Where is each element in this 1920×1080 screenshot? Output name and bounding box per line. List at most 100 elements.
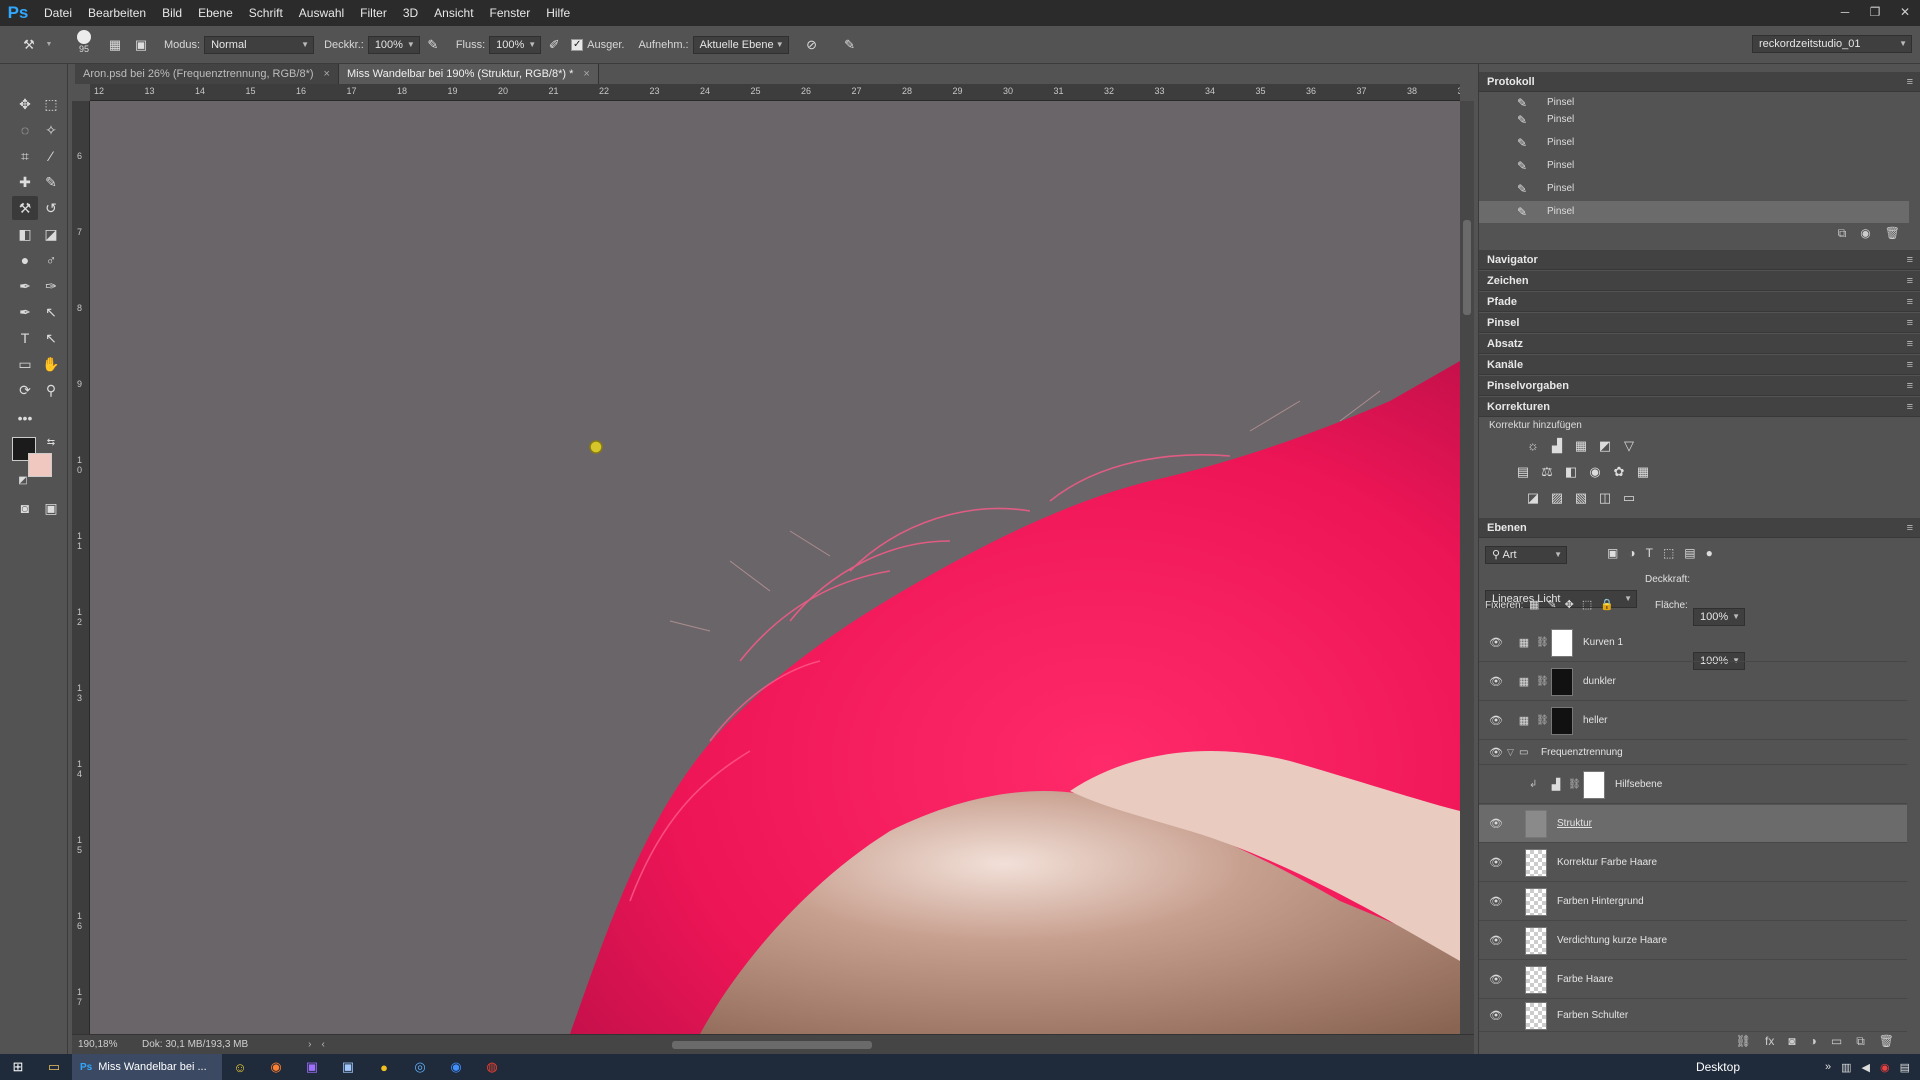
crop-tool-icon[interactable]: ⌗ [12,144,38,168]
panel-header-pfade[interactable]: Pfade ≡ [1479,292,1920,312]
exposure-adjustment-icon[interactable]: ◩ [1595,437,1615,455]
menu-fenster[interactable]: Fenster [482,0,539,26]
aligned-checkbox[interactable]: ✓ [571,38,584,51]
history-item[interactable]: ✎ Pinsel [1479,132,1909,154]
desktop-toolbar-label[interactable]: Desktop [1696,1060,1740,1074]
layer-row[interactable]: 👁 Farbe Haare [1479,961,1907,999]
layer-row[interactable]: 👁 Farben Hintergrund [1479,883,1907,921]
quick-select-tool-icon[interactable]: ✧ [38,118,64,142]
panel-header-pinsel[interactable]: Pinsel ≡ [1479,313,1920,333]
close-icon[interactable]: × [583,64,589,84]
menu-3d[interactable]: 3D [395,0,426,26]
zoom-tool-icon[interactable]: ⚲ [38,378,64,402]
app-icon[interactable]: ☺ [222,1054,258,1080]
layer-row[interactable]: 👁 ▦ ⛓ Kurven 1 [1479,624,1907,662]
vertical-scrollbar-thumb[interactable] [1463,220,1471,315]
invert-adjustment-icon[interactable]: ◪ [1523,489,1543,507]
volume-icon[interactable]: ◀ [1862,1061,1870,1074]
layer-row-selected[interactable]: 👁 Struktur [1479,805,1907,843]
browser-icon[interactable]: ◎ [402,1054,438,1080]
filter-shape-icon[interactable]: ⬚ [1663,546,1674,560]
layer-thumbnail[interactable] [1525,848,1547,877]
lock-all-icon[interactable]: 🔒 [1600,598,1614,611]
app-icon[interactable]: ● [366,1054,402,1080]
panel-header-navigator[interactable]: Navigator ≡ [1479,250,1920,270]
color-lookup-adjustment-icon[interactable]: ▦ [1633,463,1653,481]
eye-icon[interactable]: 👁 [1485,636,1507,649]
layer-thumbnail[interactable] [1525,965,1547,994]
eye-icon[interactable]: 👁 [1485,934,1507,947]
history-item[interactable]: ✎ Pinsel [1479,109,1909,131]
layer-row[interactable]: 👁 Farben Schulter [1479,1000,1907,1032]
horizontal-scrollbar-thumb[interactable] [672,1041,872,1049]
firefox-icon[interactable]: ◉ [258,1054,294,1080]
lasso-tool-icon[interactable]: ◌ [12,118,38,142]
filter-toggle-icon[interactable]: ● [1706,546,1713,560]
zoom-level[interactable]: 190,18% [72,1039,132,1050]
new-group-icon[interactable]: ▭ [1831,1034,1842,1049]
curves-adjustment-icon[interactable]: ▦ [1571,437,1591,455]
layer-thumbnail[interactable] [1525,887,1547,916]
new-layer-icon[interactable]: ⧉ [1856,1034,1865,1049]
clone-stamp-tool-icon[interactable]: ⚒ [12,196,38,220]
freeform-pen-tool-icon[interactable]: ✑ [38,274,64,298]
swap-colors-icon[interactable]: ⇆ [38,430,64,454]
posterize-adjustment-icon[interactable]: ▨ [1547,489,1567,507]
filter-pixel-icon[interactable]: ▣ [1607,546,1618,560]
screen-mode-icon[interactable]: ▣ [38,496,64,520]
eye-icon[interactable]: 👁 [1485,856,1507,869]
dodge-tool-icon[interactable]: ♂ [38,248,64,272]
hue-saturation-adjustment-icon[interactable]: ▤ [1513,463,1533,481]
restore-button[interactable]: ❐ [1860,0,1890,26]
document-canvas[interactable] [90,101,1460,1034]
new-adjustment-icon[interactable]: ◑ [1810,1034,1817,1049]
menu-filter[interactable]: Filter [352,0,395,26]
brush-tool-icon[interactable]: ✎ [38,170,64,194]
close-icon[interactable]: × [324,64,330,84]
new-document-from-state-icon[interactable]: ⧉ [1838,226,1847,241]
flow-input[interactable]: 100% ▼ [489,35,542,54]
eye-hidden-icon[interactable]: · [1485,779,1507,791]
black-white-adjustment-icon[interactable]: ◧ [1561,463,1581,481]
lock-position-icon[interactable]: ✥ [1565,598,1574,611]
gradient-map-adjustment-icon[interactable]: ▭ [1619,489,1639,507]
panel-header-pinselvorgaben[interactable]: Pinselvorgaben ≡ [1479,376,1920,396]
panel-menu-icon[interactable]: ≡ [1907,313,1913,333]
eye-icon[interactable]: 👁 [1485,817,1507,830]
eye-icon[interactable]: 👁 [1485,973,1507,986]
workspace-select[interactable]: reckordzeitstudio_01 ▼ [1752,35,1912,53]
menu-ebene[interactable]: Ebene [190,0,241,26]
layer-thumbnail[interactable] [1525,809,1547,838]
airbrush-icon[interactable]: ✐ [543,34,565,56]
panel-header-absatz[interactable]: Absatz ≡ [1479,334,1920,354]
chevron-down-icon[interactable]: ▽ [1507,747,1519,758]
menu-bild[interactable]: Bild [154,0,190,26]
menu-bearbeiten[interactable]: Bearbeiten [80,0,154,26]
background-color-swatch[interactable] [28,453,52,477]
marquee-tool-icon[interactable]: ⬚ [38,92,64,116]
panel-header-ebenen[interactable]: Ebenen ≡ [1479,518,1920,538]
layer-mask-thumbnail[interactable] [1551,706,1573,735]
tray-chevron-icon[interactable]: » [1825,1061,1831,1074]
layer-row[interactable]: 👁 ▦ ⛓ heller [1479,702,1907,740]
panel-menu-icon[interactable]: ≡ [1907,376,1913,396]
lock-transparency-icon[interactable]: ▦ [1529,598,1539,611]
panel-menu-icon[interactable]: ≡ [1907,250,1913,270]
eye-icon[interactable]: 👁 [1485,1009,1507,1022]
link-icon[interactable]: ⛓ [1536,715,1549,726]
menu-auswahl[interactable]: Auswahl [291,0,352,26]
panel-header-zeichen[interactable]: Zeichen ≡ [1479,271,1920,291]
rectangle-tool-icon[interactable]: ▭ [12,352,38,376]
sample-select[interactable]: Aktuelle Ebene ▼ [692,35,789,54]
panel-menu-icon[interactable]: ≡ [1907,292,1913,312]
adobe-cc-icon[interactable]: ◉ [1880,1061,1890,1074]
tab-miss-wandelbar[interactable]: Miss Wandelbar bei 190% (Struktur, RGB/8… [338,64,599,84]
filter-adjustment-icon[interactable]: ◑ [1628,546,1635,560]
panel-header-korrekturen[interactable]: Korrekturen ≡ [1479,397,1920,417]
panel-menu-icon[interactable]: ≡ [1907,518,1913,538]
mode-select[interactable]: Normal ▼ [204,35,315,54]
photo-filter-adjustment-icon[interactable]: ◉ [1585,463,1605,481]
panel-header-kanaele[interactable]: Kanäle ≡ [1479,355,1920,375]
type-tool-icon[interactable]: T [12,326,38,350]
menu-ansicht[interactable]: Ansicht [426,0,481,26]
